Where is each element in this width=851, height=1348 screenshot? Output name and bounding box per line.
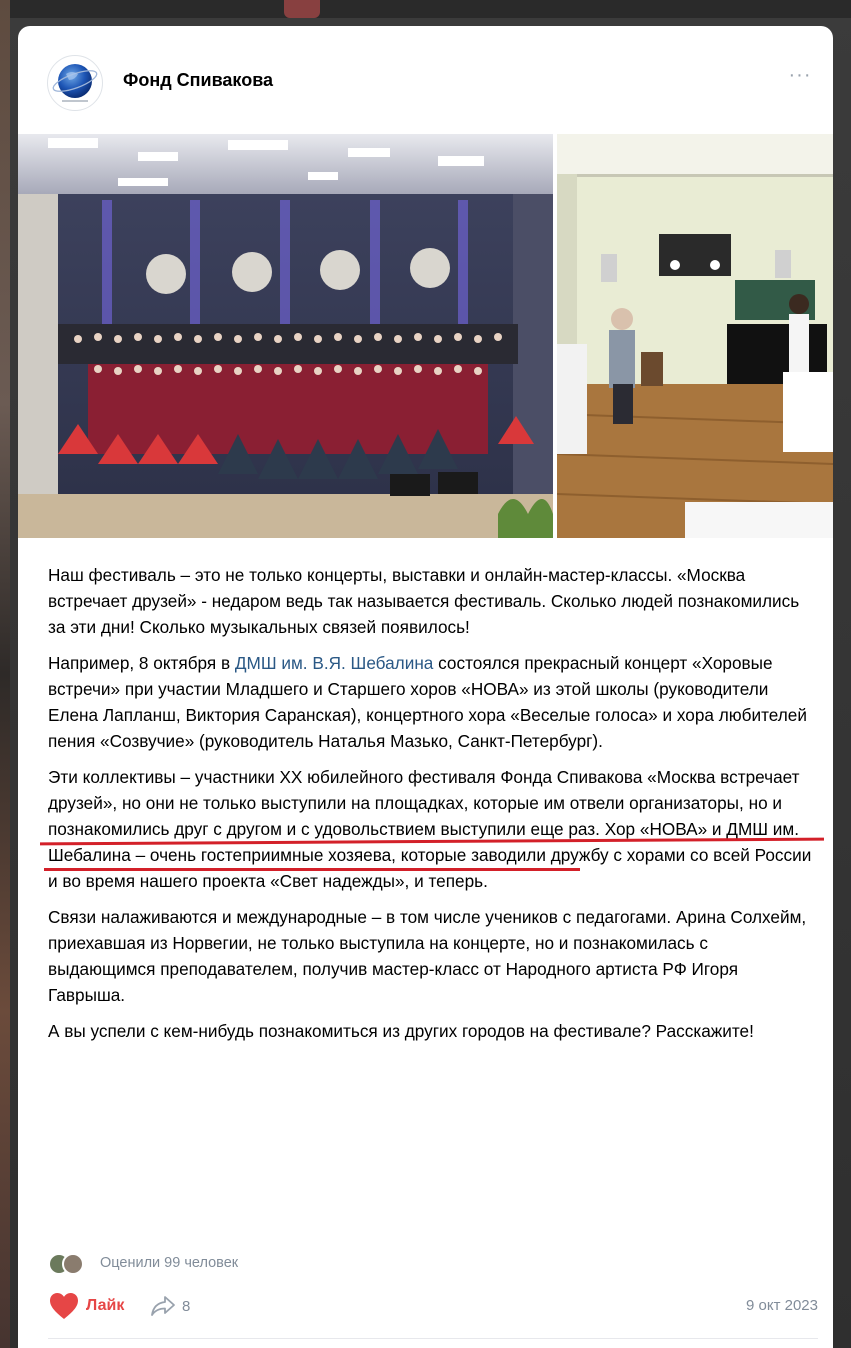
post-photo-grid bbox=[18, 134, 833, 538]
liker-avatars bbox=[48, 1253, 92, 1275]
background-left-strip bbox=[0, 0, 10, 1348]
post-text: Наш фестиваль – это не только концерты, … bbox=[48, 562, 818, 1054]
likes-count-text[interactable]: Оценили 99 человек bbox=[100, 1255, 238, 1271]
heart-icon bbox=[50, 1293, 78, 1319]
like-button[interactable]: Лайк bbox=[48, 1286, 124, 1326]
post-paragraph: Эти коллективы – участники XX юбилейного… bbox=[48, 767, 812, 891]
post-paragraph: Связи налаживаются и международные – в т… bbox=[48, 907, 807, 1005]
school-link[interactable]: ДМШ им. В.Я. Шебалина bbox=[235, 653, 433, 673]
masterclass-photo[interactable] bbox=[557, 134, 833, 538]
more-options-icon[interactable]: ··· bbox=[785, 64, 815, 88]
post-actions: Лайк 8 9 окт 2023 bbox=[48, 1286, 818, 1326]
choir-photo[interactable] bbox=[18, 134, 553, 538]
post-date[interactable]: 9 окт 2023 bbox=[746, 1297, 818, 1314]
like-label: Лайк bbox=[86, 1297, 125, 1314]
background-top-strip bbox=[0, 0, 851, 18]
avatar bbox=[62, 1253, 84, 1275]
post-header: Фонд Спивакова ··· bbox=[18, 26, 833, 134]
author-avatar[interactable] bbox=[47, 55, 103, 111]
post-paragraph-text: Например, 8 октября в bbox=[48, 653, 235, 673]
author-name[interactable]: Фонд Спивакова bbox=[123, 70, 273, 91]
share-count: 8 bbox=[182, 1297, 191, 1315]
share-icon bbox=[151, 1296, 175, 1316]
background-notification-tab bbox=[284, 0, 320, 18]
post-paragraph: А вы успели с кем-нибудь познакомиться и… bbox=[48, 1021, 754, 1041]
red-underline-annotation bbox=[44, 868, 580, 871]
post-card: Фонд Спивакова ··· Наш фестиваль – это н… bbox=[18, 26, 833, 1348]
share-button[interactable]: 8 bbox=[150, 1286, 190, 1326]
globe-logo-icon bbox=[52, 64, 98, 102]
post-paragraph: Наш фестиваль – это не только концерты, … bbox=[48, 565, 800, 637]
post-paragraph: Например, 8 октября в ДМШ им. В.Я. Шебал… bbox=[48, 650, 818, 754]
divider bbox=[48, 1338, 818, 1339]
